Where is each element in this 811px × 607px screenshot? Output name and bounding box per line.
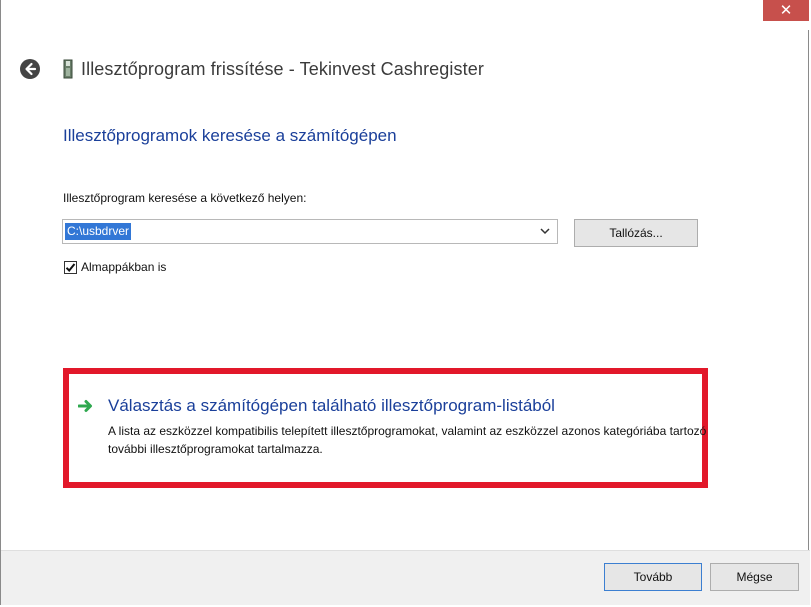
back-arrow-icon	[20, 59, 40, 79]
title-bar: ✕	[1, 0, 810, 30]
chevron-down-icon[interactable]	[539, 225, 551, 237]
cancel-button[interactable]: Mégse	[710, 563, 799, 591]
subfolders-checkbox[interactable]	[64, 260, 77, 274]
location-value[interactable]: C:\usbdrver	[65, 223, 132, 240]
location-label: Illesztőprogram keresése a következő hel…	[63, 191, 307, 205]
option-description: A lista az eszközzel kompatibilis telepí…	[108, 424, 707, 456]
wizard-header: Illesztőprogram frissítése - Tekinvest C…	[19, 52, 484, 86]
browse-button[interactable]: Tallózás...	[574, 219, 698, 247]
close-button[interactable]: ✕	[763, 0, 809, 21]
usb-device-icon	[61, 59, 75, 79]
next-button[interactable]: Tovább	[604, 563, 702, 591]
green-arrow-icon	[78, 400, 92, 412]
page-heading: Illesztőprogramok keresése a számítógépe…	[63, 126, 397, 145]
subfolders-label: Almappákban is	[81, 260, 167, 274]
checkmark-icon	[65, 262, 76, 272]
window-title: Illesztőprogram frissítése - Tekinvest C…	[81, 58, 484, 79]
subfolders-checkbox-row[interactable]: Almappákban is	[64, 260, 166, 274]
back-button[interactable]	[19, 58, 41, 80]
location-combobox[interactable]: C:\usbdrver	[62, 219, 558, 244]
driver-update-window: ✕ Illesztőprogram frissítése - Tekinvest…	[0, 0, 810, 605]
close-icon: ✕	[779, 2, 793, 19]
option-title[interactable]: Választás a számítógépen található illes…	[108, 396, 555, 416]
